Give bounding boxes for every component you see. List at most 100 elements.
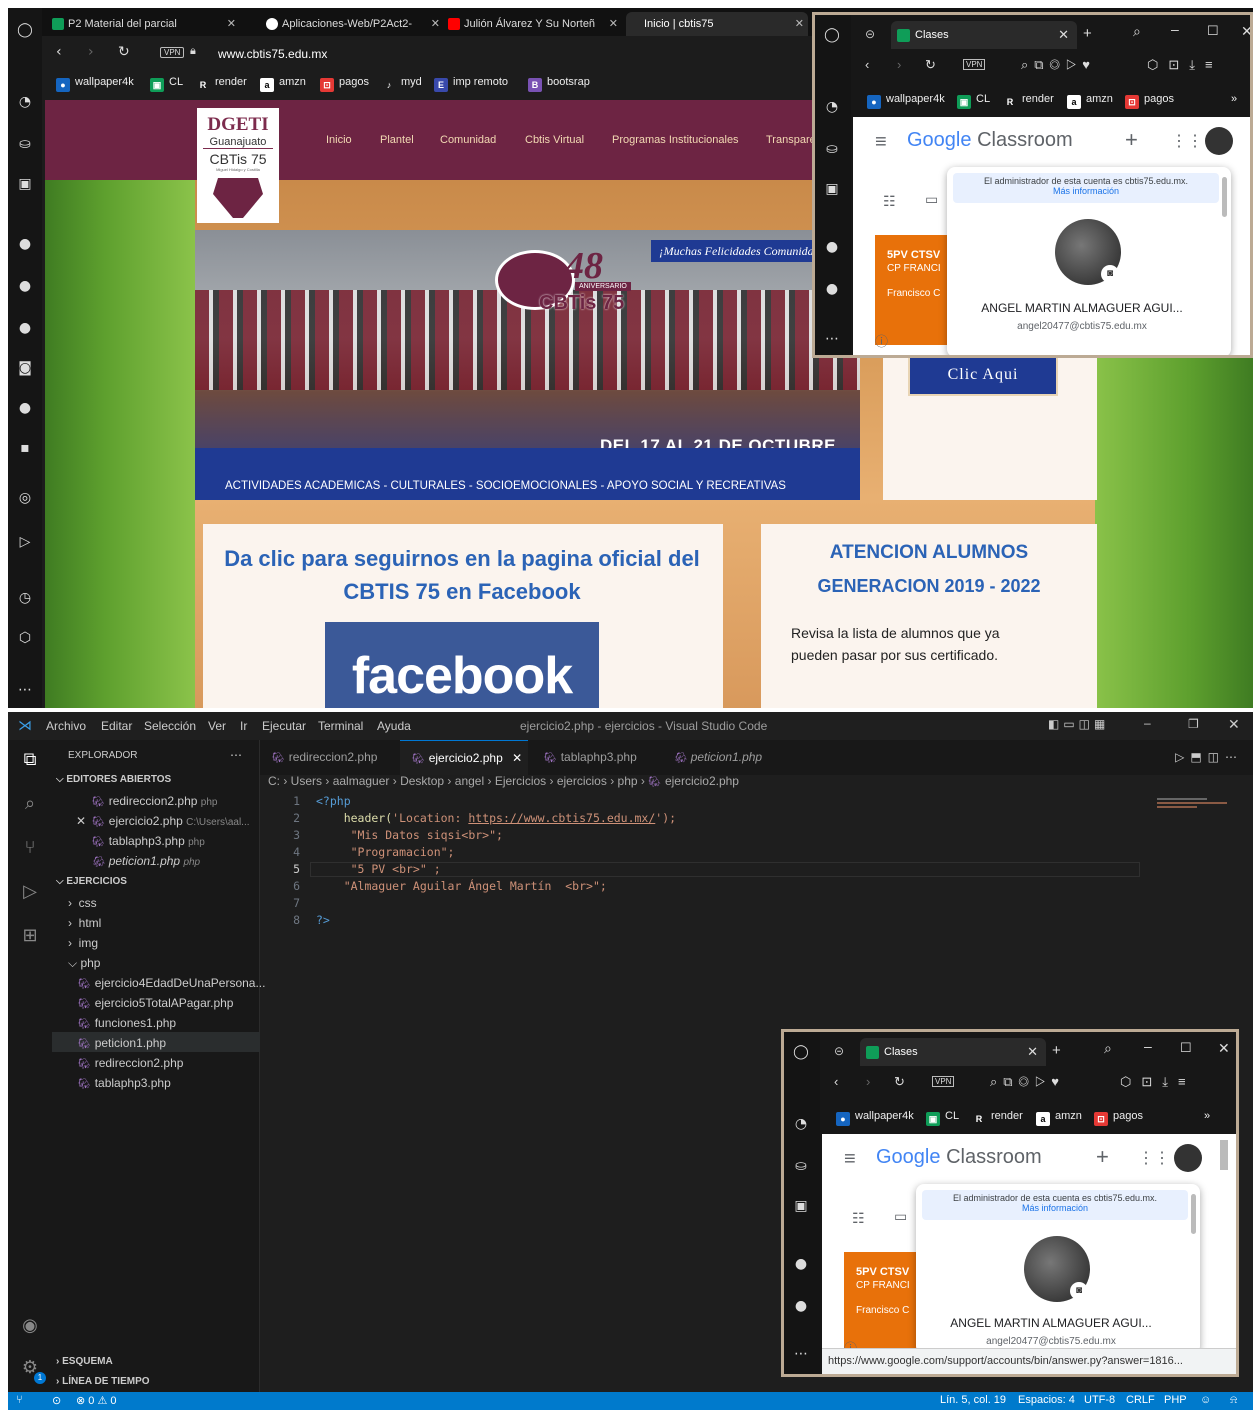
popup-scrollbar[interactable] xyxy=(1191,1194,1196,1234)
close-tab-icon[interactable]: ✕ xyxy=(795,12,804,36)
nav-transparencia[interactable]: Transpare xyxy=(766,134,816,146)
remote-icon[interactable]: ⑂ xyxy=(16,1394,23,1406)
close-tab-icon[interactable]: ✕ xyxy=(609,12,618,36)
assignments-icon[interactable]: ☷ xyxy=(883,193,896,210)
clic-aqui-button[interactable]: Clic Aqui xyxy=(908,354,1058,396)
game-controller-icon[interactable]: ⊝ xyxy=(834,1044,844,1058)
whatsapp-icon[interactable]: ● xyxy=(15,276,35,296)
tab-cbtis75[interactable]: Inicio | cbtis75 ✕ xyxy=(626,12,808,36)
vpn-badge[interactable]: VPN xyxy=(160,47,185,58)
camera-icon[interactable]: ◙ xyxy=(1070,1282,1088,1300)
bookmark-myd[interactable]: ♪ myd xyxy=(382,76,422,92)
dgeti-logo[interactable]: DGETI Guanajuato CBTis 75 Miguel Hidalgo… xyxy=(197,108,279,223)
bookmark-wallpaper4k[interactable]: ● wallpaper4k xyxy=(836,1110,914,1126)
whatsapp-icon[interactable]: ● xyxy=(791,1296,811,1316)
file-item[interactable]: 🐘︎ funciones1.php xyxy=(78,1016,176,1030)
opera-logo-icon[interactable]: ◯ xyxy=(791,1042,811,1062)
tab-clases[interactable]: Clases ✕ xyxy=(891,21,1077,49)
help-icon[interactable]: ⓘ xyxy=(875,331,888,350)
bookmark-bootsrap[interactable]: Bbootsrap xyxy=(528,76,590,92)
speed-dial-icon[interactable]: ◔ xyxy=(15,92,35,112)
cursor-position[interactable]: Lín. 5, col. 19 xyxy=(940,1394,1006,1406)
indentation[interactable]: Espacios: 4 xyxy=(1018,1394,1075,1406)
game-controller-icon[interactable]: ⊝ xyxy=(865,27,875,41)
minimize-icon[interactable]: – xyxy=(1144,1038,1152,1054)
toolbar-icons[interactable]: ⌕⧉◎▷♥ xyxy=(990,1074,1065,1090)
menu-archivo[interactable]: Archivo xyxy=(46,719,86,733)
history-icon[interactable]: ◷ xyxy=(15,588,35,608)
bookmark-imp-remoto[interactable]: Eimp remoto xyxy=(434,76,508,92)
minimize-icon[interactable]: – xyxy=(1144,716,1151,730)
avatar[interactable] xyxy=(1205,127,1233,155)
extensions-icons[interactable]: ⬡⊡⤓≡ xyxy=(1120,1074,1196,1090)
maximize-icon[interactable]: ☐ xyxy=(1180,1040,1192,1056)
opera-logo-icon[interactable]: ◯ xyxy=(15,20,35,40)
open-editor-item-active[interactable]: ✕ 🐘︎ ejercicio2.php C:\Users\aal... xyxy=(76,814,250,828)
folder-php[interactable]: ⌵ php xyxy=(68,956,100,971)
menu-ayuda[interactable]: Ayuda xyxy=(377,719,411,733)
tab-clases[interactable]: Clases ✕ xyxy=(860,1038,1046,1066)
twitch-icon[interactable]: ▣ xyxy=(822,179,842,199)
close-window-icon[interactable]: ✕ xyxy=(1218,1040,1230,1057)
bookmark-amzn[interactable]: a amzn xyxy=(260,76,306,92)
file-item[interactable]: 🐘︎ ejercicio4EdadDeUnaPersona... xyxy=(78,976,265,990)
folder-css[interactable]: › css xyxy=(68,896,97,910)
reload-icon[interactable]: ↻ xyxy=(925,57,936,73)
search-icon[interactable]: ⌕ xyxy=(1133,23,1141,40)
bookmark-amzn[interactable]: a amzn xyxy=(1036,1110,1082,1126)
close-tab-icon[interactable]: ✕ xyxy=(227,12,236,36)
extensions-icon[interactable]: ⊞ xyxy=(20,926,40,946)
new-tab-icon[interactable]: + xyxy=(1083,25,1092,42)
avatar[interactable] xyxy=(1174,1144,1202,1172)
close-tab-icon[interactable]: ✕ xyxy=(1058,27,1069,43)
lock-icon[interactable]: 🔒︎ xyxy=(190,45,196,58)
restore-icon[interactable]: ❐ xyxy=(1188,717,1199,731)
send-icon[interactable]: ▷ xyxy=(15,532,35,552)
telegram-icon[interactable]: ● xyxy=(15,318,35,338)
menu-editar[interactable]: Editar xyxy=(101,719,132,733)
whatsapp-icon[interactable]: ● xyxy=(822,279,842,299)
bookmark-amzn[interactable]: a amzn xyxy=(1067,93,1113,109)
extensions-icons[interactable]: ⬡⊡⤓≡ xyxy=(1147,57,1223,73)
wallet-icon[interactable]: ⛀ xyxy=(15,134,35,154)
open-editor-item[interactable]: 🐘︎ peticion1.php php xyxy=(92,854,200,868)
calendar-icon[interactable]: ▭ xyxy=(894,1208,907,1225)
extensions-icon[interactable]: ⬡ xyxy=(15,628,35,648)
more-icon[interactable]: ⋯ xyxy=(15,680,35,700)
tab-youtube[interactable]: Julión Álvarez Y Su Norteñ ✕ xyxy=(446,12,622,36)
bookmark-cl[interactable]: ▣ CL xyxy=(150,76,183,92)
tab-redireccion2[interactable]: 🐘︎ redireccion2.php xyxy=(260,740,396,775)
back-icon[interactable]: ‹ xyxy=(56,44,62,60)
notifications-icon[interactable]: ⍾ xyxy=(1230,1394,1237,1407)
add-icon[interactable]: + xyxy=(1125,127,1138,153)
explorer-more-icon[interactable]: ⋯ xyxy=(230,748,242,762)
nav-plantel[interactable]: Plantel xyxy=(380,134,414,146)
player-icon[interactable]: ◎ xyxy=(15,488,35,508)
opera-logo-icon[interactable]: ◯ xyxy=(822,25,842,45)
nav-comunidad[interactable]: Comunidad xyxy=(440,134,496,146)
bookmark-pagos[interactable]: ⊡ pagos xyxy=(1094,1110,1143,1126)
close-tab-icon[interactable]: ✕ xyxy=(431,12,440,36)
back-icon[interactable]: ‹ xyxy=(834,1074,838,1089)
wallet-icon[interactable]: ⛀ xyxy=(822,139,842,159)
bookmark-cl[interactable]: ▣ CL xyxy=(926,1110,959,1126)
folder-html[interactable]: › html xyxy=(68,916,101,930)
maximize-icon[interactable]: ☐ xyxy=(1207,23,1219,39)
more-info-link[interactable]: Más información xyxy=(953,186,1219,196)
add-icon[interactable]: + xyxy=(1096,1144,1109,1170)
assignments-icon[interactable]: ☷ xyxy=(852,1210,865,1227)
open-editor-item[interactable]: 🐘︎ tablaphp3.php php xyxy=(92,834,205,848)
vk-icon[interactable]: ● xyxy=(15,398,35,418)
tab-ejercicio2[interactable]: 🐘︎ ejercicio2.php ✕ xyxy=(400,740,528,775)
nav-programas[interactable]: Programas Institucionales xyxy=(612,134,739,146)
run-debug-icon[interactable]: ▷ xyxy=(20,882,40,902)
forward-icon[interactable]: › xyxy=(88,44,94,60)
forward-icon[interactable]: › xyxy=(897,57,901,72)
bookmark-render[interactable]: Rrender xyxy=(972,1110,1023,1126)
page-scrollbar[interactable] xyxy=(1220,1140,1228,1170)
encoding[interactable]: UTF-8 xyxy=(1084,1394,1115,1406)
outline-section[interactable]: › ESQUEMA xyxy=(56,1356,113,1367)
more-icon[interactable]: ⋯ xyxy=(791,1344,811,1364)
menu-ir[interactable]: Ir xyxy=(240,719,247,733)
file-item[interactable]: 🐘︎ ejercicio5TotalAPagar.php xyxy=(78,996,233,1010)
